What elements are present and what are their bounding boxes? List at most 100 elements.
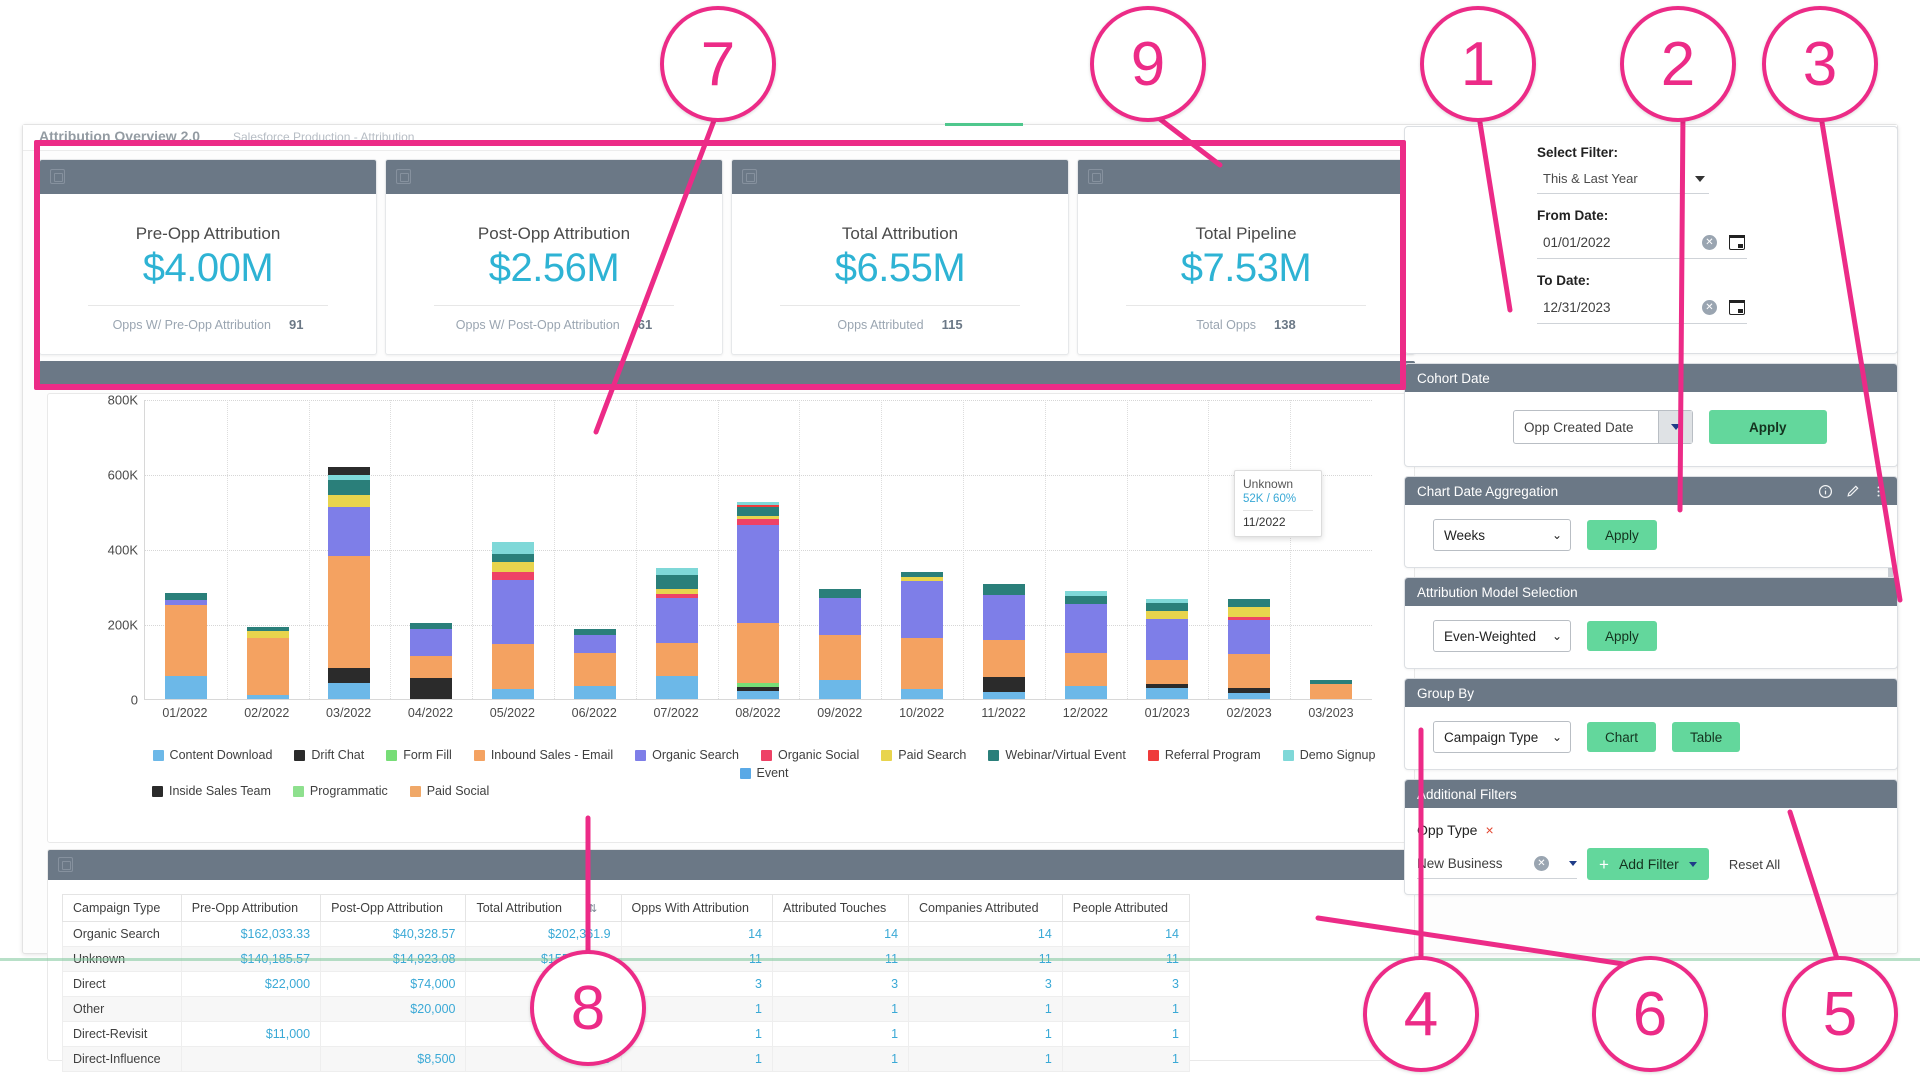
bar-segment[interactable]	[328, 668, 371, 684]
bar-segment[interactable]	[492, 579, 535, 644]
stacked-bar[interactable]	[655, 567, 698, 699]
table-column-header[interactable]: Companies Attributed	[908, 893, 1063, 923]
chevron-down-icon[interactable]	[1658, 411, 1692, 443]
bar-segment[interactable]	[819, 635, 862, 680]
bar-segment[interactable]	[328, 466, 371, 475]
bar-segment[interactable]	[328, 507, 371, 556]
cohort-date-dropdown[interactable]: Opp Created Date	[1513, 410, 1693, 444]
bar-segment[interactable]	[819, 679, 862, 699]
stacked-bar[interactable]	[737, 501, 780, 699]
legend-item[interactable]: Content Download	[152, 748, 272, 762]
bar-segment[interactable]	[246, 630, 289, 639]
table-row[interactable]: Organic Search $162,033.33 $40,328.57 $202,…	[62, 921, 1191, 948]
bar-segment[interactable]	[492, 561, 535, 572]
bar-segment[interactable]	[573, 634, 616, 653]
calendar-icon[interactable]	[1729, 235, 1745, 250]
bar-segment[interactable]	[328, 495, 371, 507]
bar-segment[interactable]	[410, 655, 453, 678]
bar-segment[interactable]	[1146, 660, 1189, 684]
table-column-header[interactable]: People Attributed	[1061, 893, 1191, 923]
bar-segment[interactable]	[492, 688, 535, 699]
bar-segment[interactable]	[1146, 603, 1189, 612]
stacked-bar[interactable]	[573, 628, 616, 699]
bar-segment[interactable]	[328, 555, 371, 669]
bar-segment[interactable]	[492, 554, 535, 562]
info-icon[interactable]	[1818, 484, 1833, 499]
kebab-icon[interactable]	[1872, 484, 1885, 499]
table-column-header[interactable]: Opps With Attribution	[620, 893, 774, 923]
legend-item[interactable]: Paid Search	[881, 748, 966, 762]
bar-segment[interactable]	[328, 683, 371, 699]
bar-segment[interactable]	[737, 690, 780, 699]
from-date-field[interactable]: 01/01/2022 ✕	[1537, 227, 1747, 259]
close-icon[interactable]: ×	[1485, 822, 1493, 838]
bar-segment[interactable]	[1064, 596, 1107, 604]
bar-segment[interactable]	[1146, 687, 1189, 699]
table-column-header[interactable]: Total Attribution ⇅	[465, 893, 622, 923]
group-by-chart-button[interactable]: Chart	[1587, 722, 1657, 752]
stacked-bar[interactable]	[1146, 598, 1189, 699]
bar-segment[interactable]	[246, 694, 289, 699]
stacked-bar[interactable]	[164, 592, 207, 699]
clear-icon[interactable]: ✕	[1534, 856, 1549, 871]
bar-segment[interactable]	[819, 588, 862, 598]
bar-segment[interactable]	[982, 677, 1025, 693]
clear-icon[interactable]: ✕	[1702, 235, 1717, 250]
sort-icon[interactable]: ⇅	[588, 902, 597, 915]
group-by-dropdown[interactable]: Campaign Type ⌄	[1433, 721, 1571, 753]
legend-item[interactable]: Inbound Sales - Email	[473, 748, 613, 762]
bar-segment[interactable]	[737, 507, 780, 516]
legend-item[interactable]: Referral Program	[1147, 748, 1261, 762]
stacked-bar[interactable]	[410, 623, 453, 699]
bar-segment[interactable]	[164, 592, 207, 600]
bar-segment[interactable]	[164, 675, 207, 699]
bar-segment[interactable]	[1228, 654, 1271, 688]
stacked-bar[interactable]	[492, 541, 535, 699]
bar-segment[interactable]	[573, 652, 616, 687]
bar-segment[interactable]	[1228, 598, 1271, 607]
bar-segment[interactable]	[1310, 684, 1353, 699]
table-column-header[interactable]: Post-Opp Attribution	[320, 893, 467, 923]
bar-segment[interactable]	[737, 622, 780, 683]
stacked-bar[interactable]	[982, 583, 1025, 699]
group-by-table-button[interactable]: Table	[1672, 722, 1741, 752]
stacked-bar[interactable]	[246, 627, 289, 699]
to-date-field[interactable]: 12/31/2023 ✕	[1537, 292, 1747, 324]
legend-item[interactable]: Demo Signup	[1282, 748, 1375, 762]
bar-segment[interactable]	[492, 643, 535, 689]
bar-segment[interactable]	[655, 642, 698, 676]
bar-segment[interactable]	[982, 639, 1025, 678]
bar-segment[interactable]	[901, 637, 944, 690]
pencil-icon[interactable]	[1845, 484, 1860, 499]
legend-item[interactable]: Organic Social	[760, 748, 859, 762]
bar-segment[interactable]	[164, 604, 207, 676]
stacked-bar[interactable]	[901, 571, 944, 699]
bar-segment[interactable]	[655, 575, 698, 589]
bar-segment[interactable]	[410, 678, 453, 699]
bar-segment[interactable]	[492, 541, 535, 555]
opp-type-value-dropdown[interactable]: New Business ✕	[1417, 849, 1577, 879]
cohort-date-apply-button[interactable]: Apply	[1709, 410, 1827, 444]
table-column-header[interactable]: Attributed Touches	[771, 893, 910, 923]
bar-segment[interactable]	[1064, 652, 1107, 687]
bar-segment[interactable]	[655, 597, 698, 643]
bar-segment[interactable]	[901, 689, 944, 699]
reset-all-button[interactable]: Reset All	[1729, 857, 1780, 872]
table-column-header[interactable]: Pre-Opp Attribution	[180, 893, 322, 923]
table-column-header[interactable]: Campaign Type	[62, 893, 182, 923]
bar-segment[interactable]	[1146, 618, 1189, 660]
bar-segment[interactable]	[819, 597, 862, 636]
stacked-bar[interactable]	[1310, 679, 1353, 699]
legend-item[interactable]: Organic Search	[635, 748, 739, 762]
legend-item[interactable]: Paid Social	[409, 784, 489, 798]
bar-segment[interactable]	[328, 480, 371, 495]
legend-item[interactable]: Event	[739, 766, 788, 780]
bar-segment[interactable]	[737, 525, 780, 623]
bar-segment[interactable]	[1228, 693, 1271, 699]
bar-segment[interactable]	[1146, 611, 1189, 619]
legend-item[interactable]: Webinar/Virtual Event	[988, 748, 1126, 762]
stacked-bar[interactable]	[1228, 598, 1271, 699]
stacked-bar[interactable]	[819, 588, 862, 699]
legend-item[interactable]: Drift Chat	[294, 748, 364, 762]
bar-segment[interactable]	[982, 594, 1025, 640]
